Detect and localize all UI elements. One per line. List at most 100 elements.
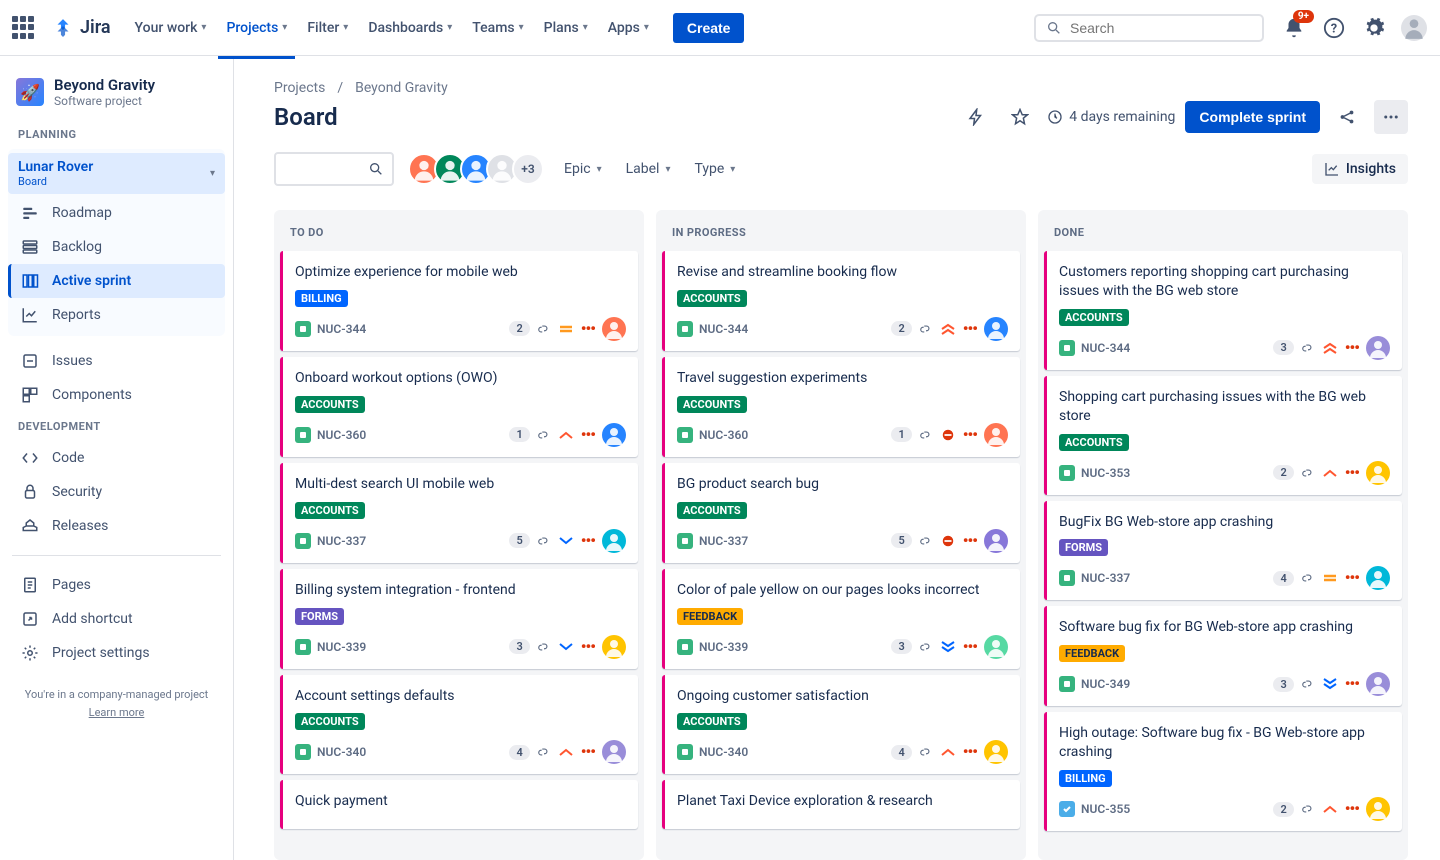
issue-card[interactable]: Multi-dest search UI mobile webACCOUNTSN… <box>280 463 638 563</box>
avatar-more[interactable]: +3 <box>512 153 544 185</box>
issue-card[interactable]: Quick payment <box>280 780 638 829</box>
more-icon[interactable]: ••• <box>581 642 595 652</box>
more-icon[interactable]: ••• <box>1345 573 1359 583</box>
settings-icon[interactable] <box>1360 14 1388 42</box>
profile-avatar[interactable] <box>1400 14 1428 42</box>
issue-card[interactable]: Customers reporting shopping cart purcha… <box>1044 251 1402 370</box>
board-search[interactable] <box>274 152 394 186</box>
assignee-avatar[interactable] <box>984 740 1008 764</box>
nav-plans[interactable]: Plans▾ <box>536 14 596 42</box>
issue-card[interactable]: Color of pale yellow on our pages looks … <box>662 569 1020 669</box>
create-button[interactable]: Create <box>673 13 745 43</box>
more-icon[interactable]: ••• <box>581 536 595 546</box>
more-icon[interactable]: ••• <box>963 536 977 546</box>
filter-type[interactable]: Type▾ <box>694 161 735 177</box>
sidebar-item-security[interactable]: Security <box>8 475 225 509</box>
assignee-avatar[interactable] <box>602 740 626 764</box>
assignee-avatar[interactable] <box>1366 461 1390 485</box>
assignee-avatar[interactable] <box>602 423 626 447</box>
issue-card[interactable]: Billing system integration - frontendFOR… <box>280 569 638 669</box>
nav-projects[interactable]: Projects▾ <box>218 14 295 42</box>
more-icon[interactable]: ••• <box>963 430 977 440</box>
more-icon[interactable]: ••• <box>1345 804 1359 814</box>
issue-card[interactable]: Planet Taxi Device exploration & researc… <box>662 780 1020 829</box>
card-title: BugFix BG Web-store app crashing <box>1059 513 1390 532</box>
assignee-avatar[interactable] <box>1366 336 1390 360</box>
assignee-avatar[interactable] <box>984 317 1008 341</box>
issue-card[interactable]: High outage: Software bug fix - BG Web-s… <box>1044 712 1402 831</box>
more-icon[interactable]: ••• <box>1345 343 1359 353</box>
share-icon[interactable] <box>1330 100 1364 134</box>
nav-your-work[interactable]: Your work▾ <box>127 14 215 42</box>
assignee-avatar[interactable] <box>984 635 1008 659</box>
global-search[interactable] <box>1034 14 1264 42</box>
nav-dashboards[interactable]: Dashboards▾ <box>360 14 460 42</box>
assignee-avatar[interactable] <box>602 317 626 341</box>
breadcrumb-project[interactable]: Beyond Gravity <box>355 80 448 96</box>
breadcrumb-projects[interactable]: Projects <box>274 80 325 96</box>
issue-card[interactable]: Optimize experience for mobile webBILLIN… <box>280 251 638 351</box>
more-icon[interactable]: ••• <box>581 747 595 757</box>
insights-button[interactable]: Insights <box>1312 154 1408 184</box>
assignee-filter[interactable]: +3 <box>414 153 544 185</box>
priority-icon <box>1322 341 1338 355</box>
help-icon[interactable]: ? <box>1320 14 1348 42</box>
filter-epic[interactable]: Epic▾ <box>564 161 602 177</box>
issue-card[interactable]: BG product search bugACCOUNTSNUC-3375••• <box>662 463 1020 563</box>
more-menu-icon[interactable] <box>1374 100 1408 134</box>
more-icon[interactable]: ••• <box>1345 468 1359 478</box>
more-icon[interactable]: ••• <box>963 642 977 652</box>
nav-apps[interactable]: Apps▾ <box>600 14 657 42</box>
more-icon[interactable]: ••• <box>963 324 977 334</box>
sidebar-item-project-settings[interactable]: Project settings <box>8 636 225 670</box>
more-icon[interactable]: ••• <box>581 430 595 440</box>
sidebar-item-add-shortcut[interactable]: Add shortcut <box>8 602 225 636</box>
sidebar: 🚀 Beyond Gravity Software project PLANNI… <box>0 56 234 860</box>
link-icon <box>919 428 933 442</box>
issue-card[interactable]: Revise and streamline booking flowACCOUN… <box>662 251 1020 351</box>
jira-logo[interactable]: Jira <box>52 17 111 39</box>
sidebar-item-backlog[interactable]: Backlog <box>8 230 225 264</box>
assignee-avatar[interactable] <box>1366 566 1390 590</box>
sidebar-item-releases[interactable]: Releases <box>8 509 225 543</box>
star-icon[interactable] <box>1003 100 1037 134</box>
filter-label[interactable]: Label▾ <box>626 161 671 177</box>
sidebar-item-pages[interactable]: Pages <box>8 568 225 602</box>
notifications-icon[interactable]: 9+ <box>1280 14 1308 42</box>
learn-more-link[interactable]: Learn more <box>89 706 145 719</box>
issue-card[interactable]: Shopping cart purchasing issues with the… <box>1044 376 1402 495</box>
app-switcher-icon[interactable] <box>12 16 36 40</box>
assignee-avatar[interactable] <box>984 423 1008 447</box>
assignee-avatar[interactable] <box>984 529 1008 553</box>
board-selector[interactable]: Lunar Rover Board ▾ <box>8 153 225 194</box>
breadcrumb: Projects / Beyond Gravity <box>274 80 1408 96</box>
more-icon[interactable]: ••• <box>581 324 595 334</box>
search-input[interactable] <box>1070 20 1252 36</box>
complete-sprint-button[interactable]: Complete sprint <box>1185 101 1320 133</box>
more-icon[interactable]: ••• <box>963 747 977 757</box>
sidebar-item-reports[interactable]: Reports <box>8 298 225 332</box>
nav-teams[interactable]: Teams▾ <box>464 14 531 42</box>
assignee-avatar[interactable] <box>602 635 626 659</box>
more-icon[interactable]: ••• <box>1345 679 1359 689</box>
issue-card[interactable]: Onboard workout options (OWO)ACCOUNTSNUC… <box>280 357 638 457</box>
issue-card[interactable]: Account settings defaultsACCOUNTSNUC-340… <box>280 675 638 775</box>
assignee-avatar[interactable] <box>1366 797 1390 821</box>
nav-filter[interactable]: Filter▾ <box>299 14 356 42</box>
sidebar-item-roadmap[interactable]: Roadmap <box>8 196 225 230</box>
sidebar-item-issues[interactable]: Issues <box>8 344 225 378</box>
automation-icon[interactable] <box>959 100 993 134</box>
sidebar-item-active-sprint[interactable]: Active sprint <box>8 264 225 298</box>
link-icon <box>537 534 551 548</box>
issue-card[interactable]: BugFix BG Web-store app crashingFORMSNUC… <box>1044 501 1402 601</box>
sidebar-item-code[interactable]: Code <box>8 441 225 475</box>
issue-card[interactable]: Software bug fix for BG Web-store app cr… <box>1044 606 1402 706</box>
assignee-avatar[interactable] <box>1366 672 1390 696</box>
sidebar-item-components[interactable]: Components <box>8 378 225 412</box>
issue-type-icon <box>295 639 311 655</box>
issue-card[interactable]: Travel suggestion experimentsACCOUNTSNUC… <box>662 357 1020 457</box>
assignee-avatar[interactable] <box>602 529 626 553</box>
project-header[interactable]: 🚀 Beyond Gravity Software project <box>8 76 225 120</box>
issue-card[interactable]: Ongoing customer satisfactionACCOUNTSNUC… <box>662 675 1020 775</box>
project-name: Beyond Gravity <box>54 76 155 94</box>
